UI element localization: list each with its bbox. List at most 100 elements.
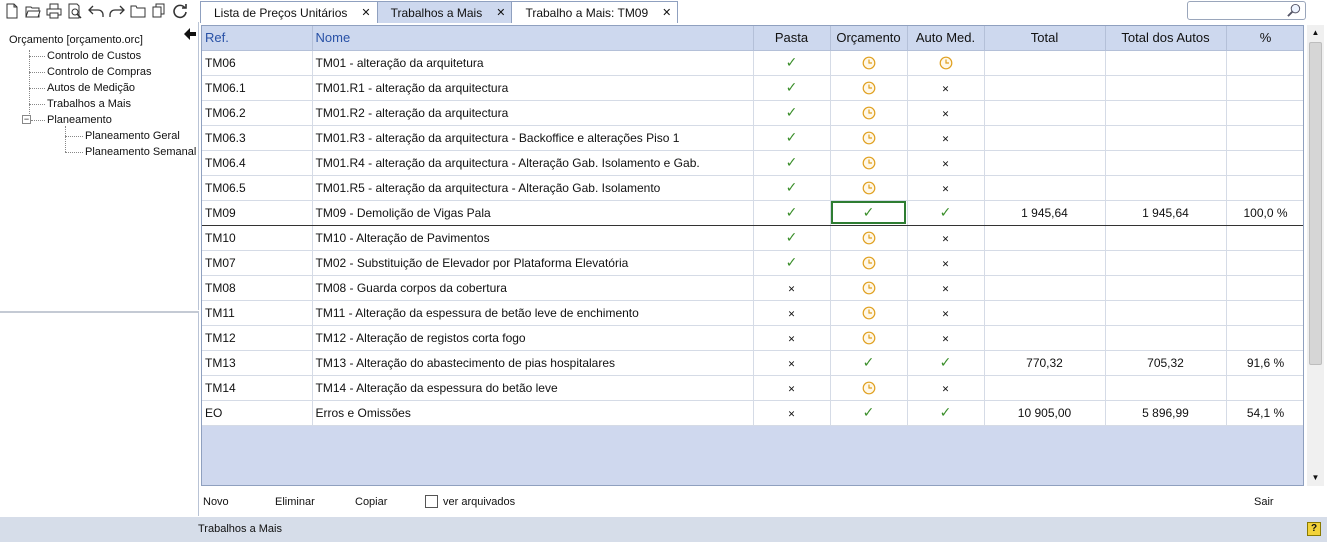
tab-lista-precos[interactable]: Lista de Preços Unitários ✕ — [200, 1, 378, 23]
cell-orcamento[interactable] — [830, 250, 908, 276]
vertical-scrollbar[interactable]: ▲ ▼ — [1307, 25, 1324, 486]
table-row[interactable]: TM06.4 TM01.R4 - alteração da arquitectur… — [202, 150, 1303, 176]
cell-percent[interactable] — [1226, 300, 1303, 326]
cell-nome[interactable]: TM14 - Alteração da espessura do betão l… — [312, 375, 754, 401]
cell-pasta[interactable]: ✕ — [753, 400, 831, 426]
redo-icon[interactable] — [108, 3, 125, 20]
tree-item-autos-medicao[interactable]: Autos de Medição — [47, 82, 135, 94]
cell-orcamento[interactable] — [830, 125, 908, 151]
refresh-icon[interactable] — [171, 3, 188, 20]
cell-percent[interactable] — [1226, 50, 1303, 76]
cell-total[interactable] — [984, 75, 1106, 101]
cell-nome[interactable]: TM12 - Alteração de registos corta fogo — [312, 325, 754, 351]
cell-pasta[interactable]: ✕ — [753, 275, 831, 301]
cell-ref[interactable]: TM14 — [202, 375, 313, 401]
cell-ref[interactable]: TM09 — [202, 199, 313, 226]
cell-total[interactable] — [984, 250, 1106, 276]
cell-total[interactable] — [984, 125, 1106, 151]
cell-orcamento[interactable] — [830, 275, 908, 301]
cell-auto-med[interactable]: ✕ — [907, 375, 985, 401]
cell-orcamento[interactable]: ✓ — [830, 350, 908, 376]
cell-percent[interactable]: 91,6 % — [1226, 350, 1303, 376]
cell-percent[interactable] — [1226, 225, 1303, 251]
cell-total-autos[interactable] — [1105, 300, 1227, 326]
table-row[interactable]: TM06.1 TM01.R1 - alteração da arquitectur… — [202, 75, 1303, 101]
cell-ref[interactable]: TM06.4 — [202, 150, 313, 176]
cell-total[interactable] — [984, 275, 1106, 301]
cell-auto-med[interactable]: ✕ — [907, 225, 985, 251]
cell-total-autos[interactable] — [1105, 225, 1227, 251]
cell-pasta[interactable]: ✕ — [753, 375, 831, 401]
cell-percent[interactable] — [1226, 325, 1303, 351]
cell-auto-med[interactable]: ✕ — [907, 75, 985, 101]
copiar-button[interactable]: Copiar — [355, 496, 387, 508]
cell-ref[interactable]: TM06.1 — [202, 75, 313, 101]
novo-button[interactable]: Novo — [203, 496, 229, 508]
table-row[interactable]: TM13 TM13 - Alteração do abastecimento de… — [202, 350, 1303, 376]
cell-percent[interactable] — [1226, 125, 1303, 151]
tree-item-planeamento[interactable]: Planeamento — [47, 114, 112, 126]
cell-ref[interactable]: TM08 — [202, 275, 313, 301]
cell-orcamento[interactable]: ✓ — [830, 400, 908, 426]
close-icon[interactable]: ✕ — [361, 6, 370, 19]
column-header-percent[interactable]: % — [1226, 26, 1303, 51]
cell-pasta[interactable]: ✕ — [753, 350, 831, 376]
column-header-nome[interactable]: Nome — [312, 26, 754, 51]
cell-orcamento[interactable] — [830, 175, 908, 201]
cell-nome[interactable]: TM02 - Substituição de Elevador por Plat… — [312, 250, 754, 276]
cell-ref[interactable]: TM10 — [202, 225, 313, 251]
cell-pasta[interactable]: ✓ — [753, 150, 831, 176]
tree-item-planeamento-semanal[interactable]: Planeamento Semanal — [85, 146, 196, 158]
scroll-up-icon[interactable]: ▲ — [1307, 25, 1324, 41]
cell-nome[interactable]: TM01.R5 - alteração da arquitectura - Al… — [312, 175, 754, 201]
table-row[interactable]: TM10 TM10 - Alteração de Pavimentos ✓ ✕ — [202, 225, 1303, 251]
table-row[interactable]: EO Erros e Omissões ✕ ✓ ✓ 10 905,00 5 896,99 54… — [202, 400, 1303, 426]
tab-trabalho-tm09[interactable]: Trabalho a Mais: TM09 ✕ — [511, 1, 679, 23]
cell-nome[interactable]: TM08 - Guarda corpos da cobertura — [312, 275, 754, 301]
search-input[interactable] — [1191, 2, 1287, 19]
cell-orcamento[interactable] — [830, 325, 908, 351]
cell-nome[interactable]: TM01.R1 - alteração da arquitectura — [312, 75, 754, 101]
cell-nome[interactable]: TM10 - Alteração de Pavimentos — [312, 225, 754, 251]
undo-icon[interactable] — [87, 3, 104, 20]
cell-total[interactable] — [984, 225, 1106, 251]
cell-total-autos[interactable] — [1105, 100, 1227, 126]
cell-orcamento[interactable] — [830, 150, 908, 176]
cell-nome[interactable]: TM01.R4 - alteração da arquitectura - Al… — [312, 150, 754, 176]
cell-orcamento[interactable] — [830, 50, 908, 76]
cell-total[interactable]: 1 945,64 — [984, 199, 1106, 226]
print-icon[interactable] — [45, 3, 62, 20]
cell-pasta[interactable]: ✓ — [753, 175, 831, 201]
scroll-down-icon[interactable]: ▼ — [1307, 470, 1324, 486]
cell-total[interactable] — [984, 150, 1106, 176]
close-icon[interactable]: ✕ — [662, 6, 671, 19]
ver-arquivados-label[interactable]: ver arquivados — [443, 496, 515, 508]
table-row[interactable]: TM06.3 TM01.R3 - alteração da arquitectur… — [202, 125, 1303, 151]
scrollbar-thumb[interactable] — [1309, 42, 1322, 365]
cell-ref[interactable]: TM11 — [202, 300, 313, 326]
cell-total-autos[interactable] — [1105, 75, 1227, 101]
cell-ref[interactable]: TM07 — [202, 250, 313, 276]
cell-nome[interactable]: TM09 - Demolição de Vigas Pala — [312, 199, 754, 226]
cell-percent[interactable] — [1226, 275, 1303, 301]
cell-total[interactable]: 770,32 — [984, 350, 1106, 376]
cell-percent[interactable] — [1226, 250, 1303, 276]
cell-pasta[interactable]: ✓ — [753, 225, 831, 251]
cell-pasta[interactable]: ✓ — [753, 100, 831, 126]
cell-total-autos[interactable] — [1105, 50, 1227, 76]
cell-auto-med[interactable]: ✕ — [907, 325, 985, 351]
cell-auto-med[interactable]: ✕ — [907, 250, 985, 276]
tab-trabalhos-a-mais[interactable]: Trabalhos a Mais ✕ — [376, 1, 513, 23]
cell-total-autos[interactable] — [1105, 150, 1227, 176]
new-file-icon[interactable] — [3, 3, 20, 20]
sair-button[interactable]: Sair — [1254, 496, 1274, 508]
cell-pasta[interactable]: ✕ — [753, 300, 831, 326]
cell-total-autos[interactable]: 5 896,99 — [1105, 400, 1227, 426]
table-row[interactable]: TM06.2 TM01.R2 - alteração da arquitectur… — [202, 100, 1303, 126]
cell-ref[interactable]: TM13 — [202, 350, 313, 376]
cell-percent[interactable] — [1226, 75, 1303, 101]
back-arrow-icon[interactable] — [183, 27, 197, 41]
cell-orcamento[interactable] — [830, 300, 908, 326]
cell-auto-med[interactable]: ✕ — [907, 175, 985, 201]
cell-total[interactable] — [984, 50, 1106, 76]
